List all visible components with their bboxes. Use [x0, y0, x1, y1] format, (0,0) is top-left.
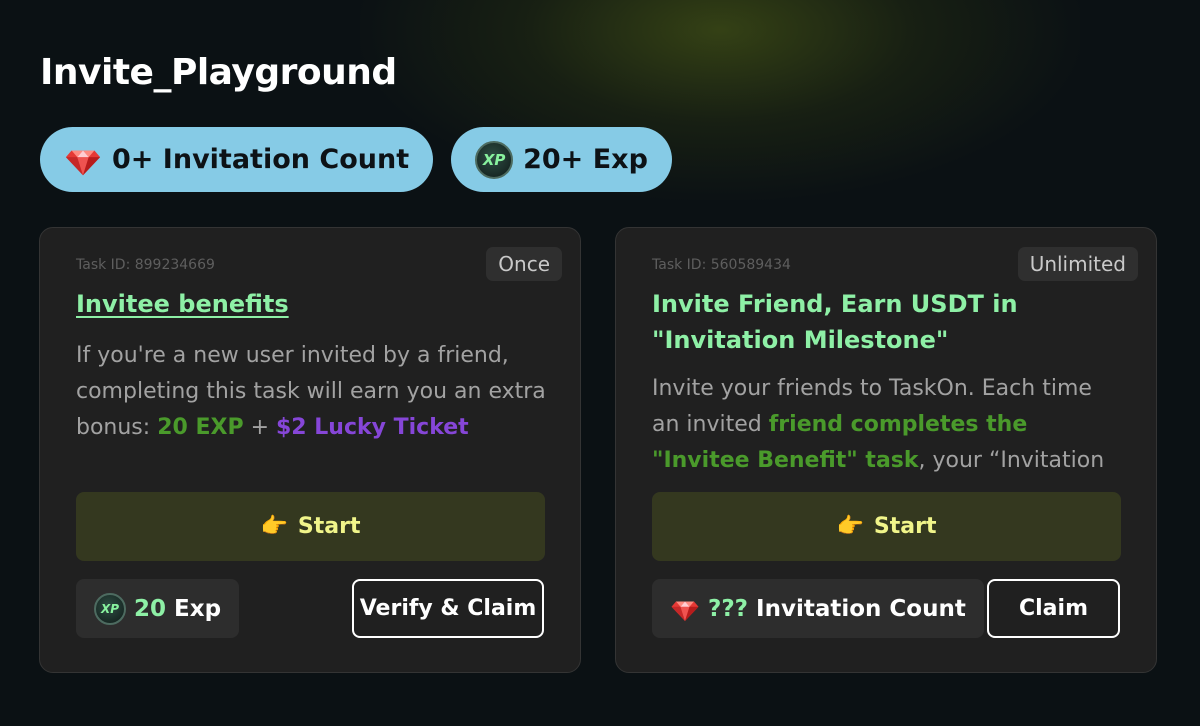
task-title: Invite Friend, Earn USDT in "Invitation …: [652, 290, 1018, 354]
frequency-badge: Unlimited: [1017, 247, 1138, 281]
requirement-chips: 0+ Invitation Count XP 20+ Exp: [40, 127, 672, 192]
start-button[interactable]: 👉 Start: [76, 492, 545, 561]
task-description: If you're a new user invited by a friend…: [76, 343, 546, 440]
pointing-hand-icon: 👉: [836, 514, 864, 539]
invitation-count-chip: 0+ Invitation Count: [40, 127, 434, 192]
task-description: Invite your friends to TaskOn. Each time…: [652, 376, 1105, 473]
reward-unit: Exp: [174, 595, 222, 622]
reward-amount: 20: [134, 595, 167, 622]
reward-badge: ??? Invitation Count: [652, 579, 984, 638]
highlight-exp: 20 EXP: [157, 415, 244, 440]
chip-label: 0+ Invitation Count: [112, 144, 410, 175]
reward-unit: Invitation Count: [756, 595, 966, 622]
task-id: Task ID: 560589434: [652, 257, 791, 273]
highlight-lucky-ticket: $2 Lucky Ticket: [276, 415, 469, 440]
task-id: Task ID: 899234669: [76, 257, 215, 273]
verify-claim-button[interactable]: Verify & Claim: [352, 579, 544, 638]
frequency-badge: Once: [486, 247, 562, 281]
start-label: Start: [873, 514, 937, 539]
task-card-invitee-benefits: Task ID: 899234669 Once Invitee benefits…: [39, 227, 581, 673]
gem-icon: [671, 601, 699, 621]
pointing-hand-icon: 👉: [260, 514, 288, 539]
claim-button[interactable]: Claim: [987, 579, 1120, 638]
exp-chip: XP 20+ Exp: [451, 127, 672, 192]
reward-badge: XP 20 Exp: [76, 579, 240, 638]
task-title-link[interactable]: Invitee benefits: [76, 286, 496, 322]
page-title: Invite_Playground: [40, 52, 397, 93]
start-button[interactable]: 👉 Start: [652, 492, 1121, 561]
reward-amount: ???: [708, 595, 749, 622]
chip-label: 20+ Exp: [523, 144, 648, 175]
gem-icon: [65, 150, 101, 175]
start-label: Start: [297, 514, 361, 539]
xp-icon: XP: [94, 592, 126, 625]
xp-icon: XP: [475, 140, 514, 179]
task-card-invite-friend: Task ID: 560589434 Unlimited Invite Frie…: [615, 227, 1157, 673]
